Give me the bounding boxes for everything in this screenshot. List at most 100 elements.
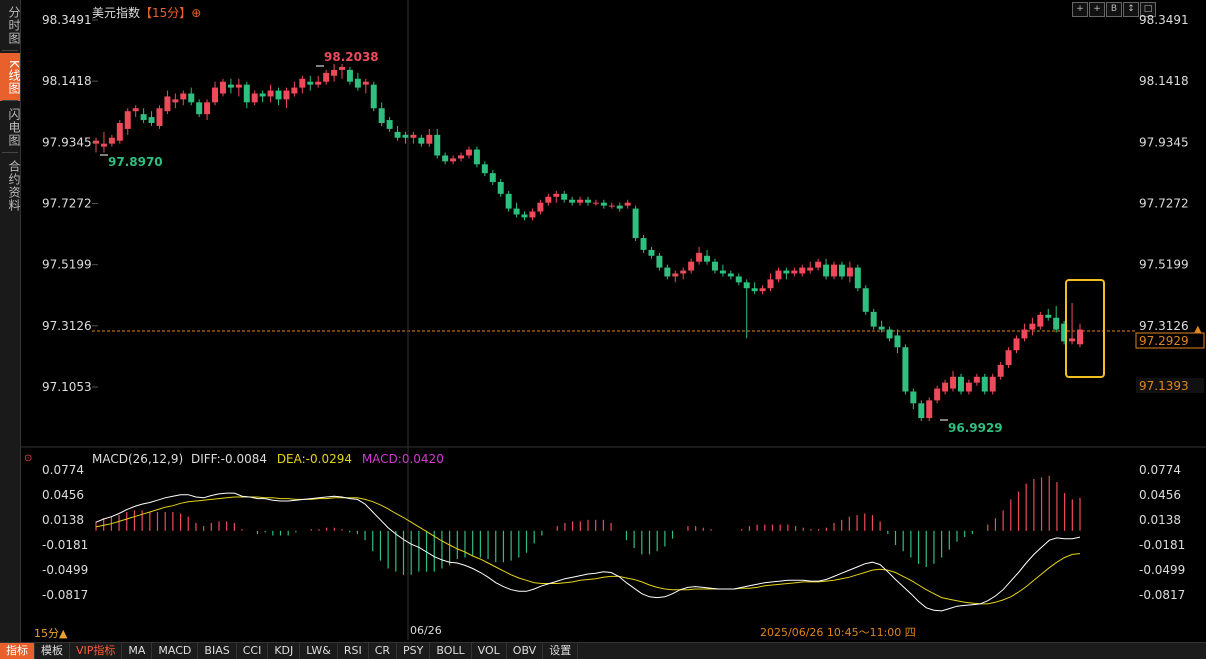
time-range-label: 2025/06/26 10:45～11:00 四 <box>760 626 916 639</box>
macd-settings-icon[interactable]: ⊙ <box>24 453 32 464</box>
macd-tick-label: -0.0499 <box>1139 563 1185 577</box>
candle-body <box>212 87 219 103</box>
macd-histogram <box>95 475 1081 575</box>
low-annotation: 96.9929 <box>948 421 1003 435</box>
tab-lw[interactable]: LW& <box>300 643 338 659</box>
macd-tick-label: -0.0817 <box>1139 588 1185 602</box>
candle-body <box>862 288 869 312</box>
candle-body <box>378 108 385 124</box>
candle-body <box>870 311 877 327</box>
candle-body <box>537 202 544 212</box>
candle-body <box>608 205 615 207</box>
price-tick-label: 97.7272 <box>42 197 92 211</box>
candle-body <box>799 267 806 274</box>
candle-body <box>600 202 607 206</box>
tab-obv[interactable]: OBV <box>507 643 544 659</box>
candle-body <box>204 102 211 115</box>
tab-ma[interactable]: MA <box>122 643 153 659</box>
candle-body <box>545 196 552 203</box>
candle-body <box>815 261 822 268</box>
candle-body <box>577 199 584 203</box>
macd-tick-label: -0.0817 <box>42 588 88 602</box>
tab-cr[interactable]: CR <box>369 643 398 659</box>
candle-body <box>307 81 314 85</box>
candle-body <box>116 123 123 141</box>
candle-body <box>878 326 885 330</box>
candle-body <box>965 382 972 392</box>
candle-body <box>410 134 417 138</box>
tab-boll[interactable]: BOLL <box>430 643 472 659</box>
candle-body <box>592 202 599 204</box>
candle-body <box>1021 329 1028 339</box>
tab-indicators[interactable]: 指标 <box>0 643 35 659</box>
candle-body <box>172 99 179 103</box>
candle-body <box>688 261 695 271</box>
candle-body <box>227 84 234 88</box>
candle-body <box>331 69 338 76</box>
candles-layer <box>93 63 1083 422</box>
candle-body <box>648 249 655 256</box>
candle-body <box>259 93 266 97</box>
candle-body <box>434 134 441 156</box>
candle-body <box>1037 314 1044 327</box>
macd-tick-label: 0.0774 <box>42 463 84 477</box>
kline-chart[interactable]: 98.2038 97.8970 96.9929 98.3491 98.1418 97… <box>0 0 1206 642</box>
candle-body <box>521 214 528 218</box>
candle-body <box>156 108 163 126</box>
tab-vip-indicators[interactable]: VIP指标 <box>70 643 123 659</box>
candle-body <box>402 134 409 138</box>
indicator-tabbar: 指标 模板 VIP指标 MA MACD BIAS CCI KDJ LW& RSI… <box>0 642 1206 659</box>
tab-macd[interactable]: MACD <box>152 643 199 659</box>
price-tick-label: 97.9345 <box>42 135 92 149</box>
candle-body <box>1069 338 1076 342</box>
candle-body <box>291 87 298 94</box>
price-tick-label: 97.3126 <box>1139 319 1189 333</box>
candle-body <box>997 364 1004 377</box>
candle-body <box>553 193 560 197</box>
candle-body <box>354 78 361 88</box>
tab-bias[interactable]: BIAS <box>198 643 237 659</box>
low-left-annotation: 97.8970 <box>108 155 163 169</box>
tab-settings[interactable]: 设置 <box>543 643 579 659</box>
candle-body <box>148 117 155 124</box>
tab-psy[interactable]: PSY <box>397 643 431 659</box>
candle-body <box>93 140 99 144</box>
candle-body <box>838 264 845 277</box>
candle-body <box>767 279 774 289</box>
candle-body <box>942 382 949 392</box>
crosshair-price-label: 97.1393 <box>1139 379 1189 393</box>
candle-body <box>1045 314 1052 318</box>
candle-body <box>704 255 711 262</box>
candle-body <box>442 155 449 162</box>
candle-body <box>323 72 330 82</box>
candle-body <box>505 193 512 209</box>
candle-body <box>1013 338 1020 351</box>
tab-rsi[interactable]: RSI <box>338 643 369 659</box>
candle-body <box>465 149 472 156</box>
tab-vol[interactable]: VOL <box>472 643 507 659</box>
candle-body <box>481 164 488 174</box>
candle-body <box>934 388 941 401</box>
candle-body <box>743 282 750 289</box>
candle-body <box>711 261 718 271</box>
candle-body <box>735 276 742 283</box>
candle-body <box>243 84 250 103</box>
candle-body <box>791 270 798 274</box>
price-tick-label: 98.1418 <box>1139 74 1189 88</box>
price-tick-label: 97.5199 <box>1139 258 1189 272</box>
candle-body <box>823 264 830 277</box>
candle-body <box>902 347 909 392</box>
tab-kdj[interactable]: KDJ <box>268 643 301 659</box>
candle-body <box>164 96 171 112</box>
candle-body <box>854 267 861 289</box>
period-indicator[interactable]: 15分▲ <box>34 625 67 641</box>
candle-body <box>489 173 496 183</box>
tab-cci[interactable]: CCI <box>237 643 269 659</box>
candle-body <box>973 376 980 383</box>
tab-templates[interactable]: 模板 <box>35 643 70 659</box>
candle-body <box>180 93 187 100</box>
candle-body <box>140 114 147 121</box>
candle-body <box>196 102 203 115</box>
candle-body <box>656 255 663 268</box>
candle-body <box>775 270 782 280</box>
